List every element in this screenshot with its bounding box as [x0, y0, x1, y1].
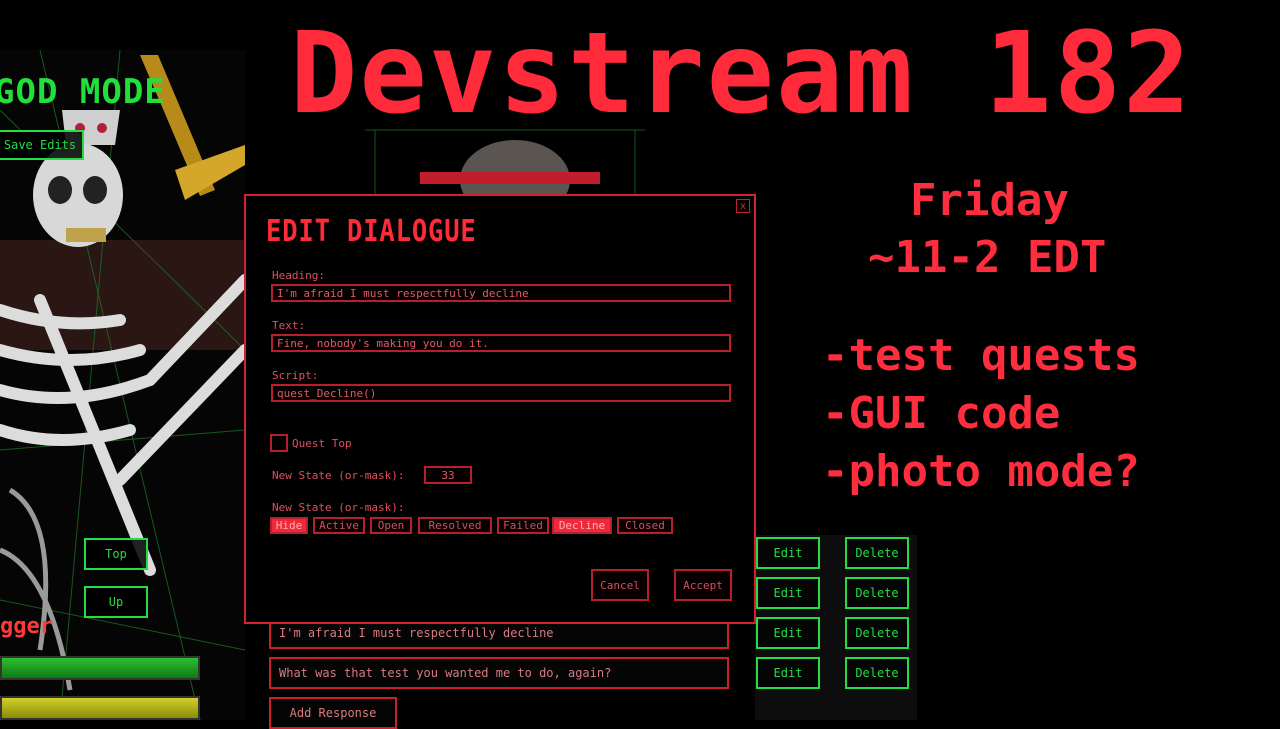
quest-top-checkbox[interactable]: [270, 434, 288, 452]
health-bar: [0, 656, 200, 680]
accept-button[interactable]: Accept: [674, 569, 732, 601]
new-state-input[interactable]: 33: [424, 466, 472, 484]
flag-decline-toggle[interactable]: Decline: [552, 517, 612, 534]
cancel-button[interactable]: Cancel: [591, 569, 649, 601]
edit-button[interactable]: Edit: [756, 537, 820, 569]
text-input[interactable]: Fine, nobody's making you do it.: [271, 334, 731, 352]
flag-failed-toggle[interactable]: Failed: [497, 517, 549, 534]
edit-button[interactable]: Edit: [756, 617, 820, 649]
delete-button[interactable]: Delete: [845, 577, 909, 609]
flag-resolved-toggle[interactable]: Resolved: [418, 517, 492, 534]
edit-button[interactable]: Edit: [756, 577, 820, 609]
stream-title: Devstream 182: [290, 9, 1193, 139]
flag-open-toggle[interactable]: Open: [370, 517, 412, 534]
todo-item: -GUI code: [822, 388, 1061, 439]
stream-time: ~11-2 EDT: [868, 232, 1107, 283]
script-label: Script:: [272, 369, 319, 382]
top-button[interactable]: Top: [84, 538, 148, 570]
heading-input[interactable]: I'm afraid I must respectfully decline: [271, 284, 731, 302]
text-label: Text:: [272, 319, 306, 332]
new-state-label: New State (or-mask):: [272, 469, 405, 482]
edit-button[interactable]: Edit: [756, 657, 820, 689]
heading-label: Heading:: [272, 269, 325, 282]
flag-active-toggle[interactable]: Active: [313, 517, 365, 534]
flag-hide-toggle[interactable]: Hide: [270, 517, 308, 534]
new-state-mask-label: New State (or-mask):: [272, 501, 405, 514]
quest-top-label: Quest Top: [292, 437, 352, 450]
close-icon[interactable]: x: [736, 199, 750, 213]
todo-item: -test quests: [822, 330, 1140, 381]
add-response-button[interactable]: Add Response: [269, 697, 397, 729]
stream-day: Friday: [910, 175, 1069, 226]
edit-dialogue-window: EDIT DIALOGUE x Heading: I'm afraid I mu…: [244, 194, 756, 624]
delete-button[interactable]: Delete: [845, 617, 909, 649]
god-mode-label: GOD MODE: [0, 72, 166, 112]
item-name-label: gger: [0, 614, 53, 639]
stamina-bar: [0, 696, 200, 720]
response-item[interactable]: What was that test you wanted me to do, …: [269, 657, 729, 689]
delete-button[interactable]: Delete: [845, 537, 909, 569]
save-edits-button[interactable]: Save Edits: [0, 130, 84, 160]
todo-item: -photo mode?: [822, 446, 1140, 497]
flag-closed-toggle[interactable]: Closed: [617, 517, 673, 534]
dialog-title: EDIT DIALOGUE: [266, 214, 477, 249]
up-button[interactable]: Up: [84, 586, 148, 618]
script-input[interactable]: quest_Decline(): [271, 384, 731, 402]
delete-button[interactable]: Delete: [845, 657, 909, 689]
